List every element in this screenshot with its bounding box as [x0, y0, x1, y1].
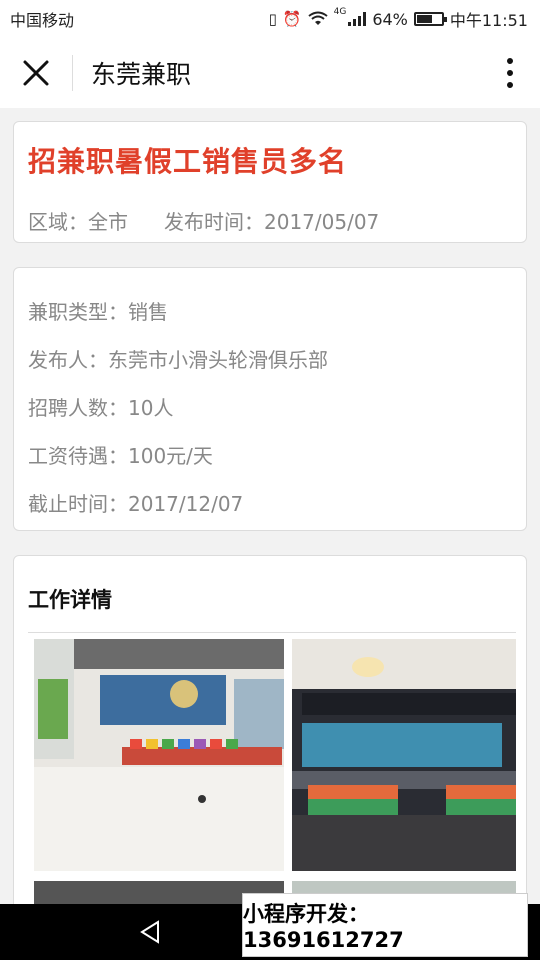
status-bar: 中国移动 ▯ ⏰ 4G 64% 中午11:51 — [0, 0, 540, 38]
job-published-date: 发布时间：2017/05/07 — [164, 210, 380, 234]
job-deadline: 截止时间：2017/12/07 — [28, 492, 244, 516]
back-triangle-icon[interactable] — [136, 918, 164, 946]
clock: 中午11:51 — [449, 11, 528, 30]
job-meta: 区域：全市 发布时间：2017/05/07 — [28, 206, 512, 235]
signal-icon — [348, 12, 367, 26]
close-button[interactable] — [0, 38, 72, 108]
vibrate-icon: ▯ — [268, 10, 277, 28]
job-type: 兼职类型：销售 — [28, 300, 168, 324]
app-bar: 东莞兼职 — [0, 38, 540, 108]
more-button[interactable] — [480, 38, 540, 108]
promo-banner: 小程序开发：13691612727 — [242, 893, 528, 957]
section-title: 工作详情 — [28, 588, 112, 612]
battery-percent: 64% — [372, 9, 408, 29]
venue-photo[interactable] — [34, 639, 284, 871]
job-publisher: 发布人：东莞市小滑头轮滑俱乐部 — [28, 348, 328, 372]
job-salary: 工资待遇：100元/天 — [28, 444, 213, 468]
status-icons: ▯ ⏰ 4G 64% 中午11:51 — [269, 7, 528, 31]
battery-icon — [413, 12, 447, 26]
carrier-label: 中国移动 — [10, 11, 75, 30]
close-icon — [23, 60, 49, 86]
job-title: 招兼职暑假工销售员多名 — [28, 145, 348, 178]
job-info-card: 兼职类型：销售 发布人：东莞市小滑头轮滑俱乐部 招聘人数：10人 工资待遇：10… — [13, 267, 527, 531]
job-header-card: 招兼职暑假工销售员多名 区域：全市 发布时间：2017/05/07 — [13, 121, 527, 243]
job-area: 区域：全市 — [28, 210, 128, 234]
more-vertical-icon — [507, 58, 513, 88]
job-headcount: 招聘人数：10人 — [28, 396, 174, 420]
network-type-label: 4G — [333, 7, 347, 17]
alarm-icon: ⏰ — [282, 10, 302, 28]
wifi-icon — [307, 11, 328, 25]
venue-photo[interactable] — [292, 639, 516, 871]
page-title: 东莞兼职 — [91, 60, 192, 89]
